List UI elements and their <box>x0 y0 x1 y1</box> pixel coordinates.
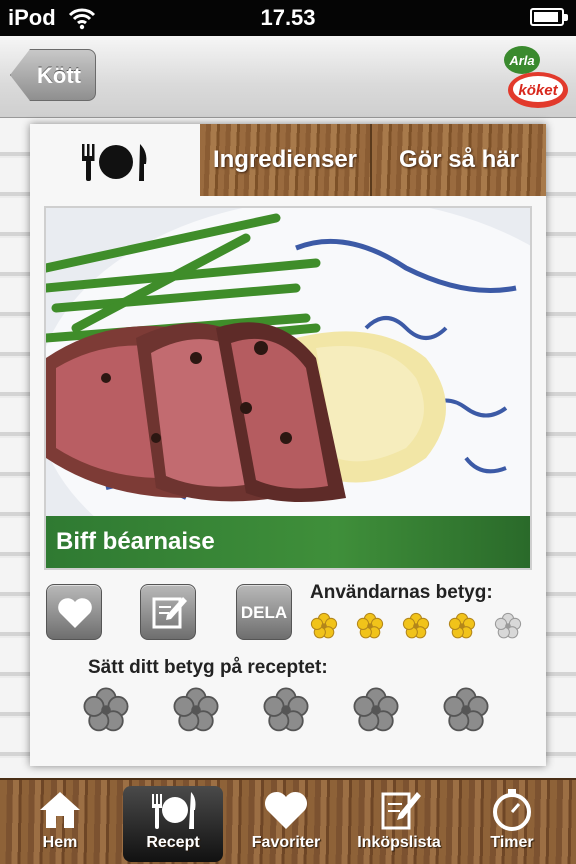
rating-flower-icon <box>494 612 522 640</box>
home-icon <box>40 792 80 828</box>
tab-recipe[interactable] <box>30 124 200 196</box>
your-rating[interactable] <box>82 686 522 736</box>
heart-icon <box>264 791 308 829</box>
rate-flower-button[interactable] <box>82 686 130 734</box>
arla-koket-logo: Arla köket <box>504 46 568 108</box>
plate-cutlery-icon <box>152 792 196 829</box>
rate-flower-button[interactable] <box>172 686 220 734</box>
tabbar-item-home[interactable]: Hem <box>10 786 110 862</box>
your-rating-label: Sätt ditt betyg på receptet: <box>88 657 328 678</box>
tab-ingredients[interactable]: Ingredienser <box>200 124 372 196</box>
tabbar-label: Favoriter <box>251 834 321 851</box>
rating-flower-icon <box>402 612 430 640</box>
tabbar-label: Inköpslista <box>357 834 441 851</box>
tabbar-item-timer[interactable]: Timer <box>462 786 562 862</box>
tabbar-label: Recept <box>146 834 200 851</box>
recipe-photo <box>46 208 530 516</box>
timer-icon <box>493 789 531 831</box>
rating-flower-icon <box>448 612 476 640</box>
tabbar-item-recipes[interactable]: Recept <box>123 786 223 862</box>
note-button[interactable] <box>140 584 196 640</box>
battery-icon <box>530 8 568 26</box>
tabbar-label: Timer <box>490 834 534 851</box>
shopping-list-icon <box>381 792 421 830</box>
share-button[interactable]: DELA <box>236 584 292 640</box>
heart-icon <box>58 598 92 628</box>
rate-flower-button[interactable] <box>262 686 310 734</box>
add-favorite-button[interactable] <box>46 584 102 640</box>
tab-bar: Hem Recept Favoriter Inköpslista Timer <box>0 778 576 864</box>
rating-flower-icon <box>356 612 384 640</box>
rating-flower-icon <box>310 612 338 640</box>
rate-flower-button[interactable] <box>442 686 490 734</box>
users-rating-label: Användarnas betyg: <box>310 582 493 603</box>
recipe-photo-frame: Biff béarnaise <box>44 206 532 570</box>
recipe-card: Ingredienser Gör så här Biff béarnaise D… <box>30 124 546 766</box>
navigation-bar: Kött Arla köket <box>0 36 576 118</box>
tabbar-label: Hem <box>42 834 78 851</box>
svg-text:köket: köket <box>518 82 558 99</box>
tab-howto[interactable]: Gör så här <box>372 124 546 196</box>
plate-cutlery-icon <box>82 144 147 181</box>
recipe-title: Biff béarnaise <box>46 516 530 568</box>
rate-flower-button[interactable] <box>352 686 400 734</box>
svg-text:Arla: Arla <box>508 53 534 68</box>
notepad-pencil-icon <box>152 597 187 629</box>
tabbar-item-shopping-list[interactable]: Inköpslista <box>349 786 449 862</box>
clock: 17.53 <box>260 5 316 30</box>
back-button-label: Kött <box>37 63 81 88</box>
status-bar: iPod 17.53 <box>0 0 576 36</box>
back-button[interactable]: Kött <box>10 49 96 101</box>
tabbar-item-favorites[interactable]: Favoriter <box>236 786 336 862</box>
users-rating <box>310 612 550 642</box>
